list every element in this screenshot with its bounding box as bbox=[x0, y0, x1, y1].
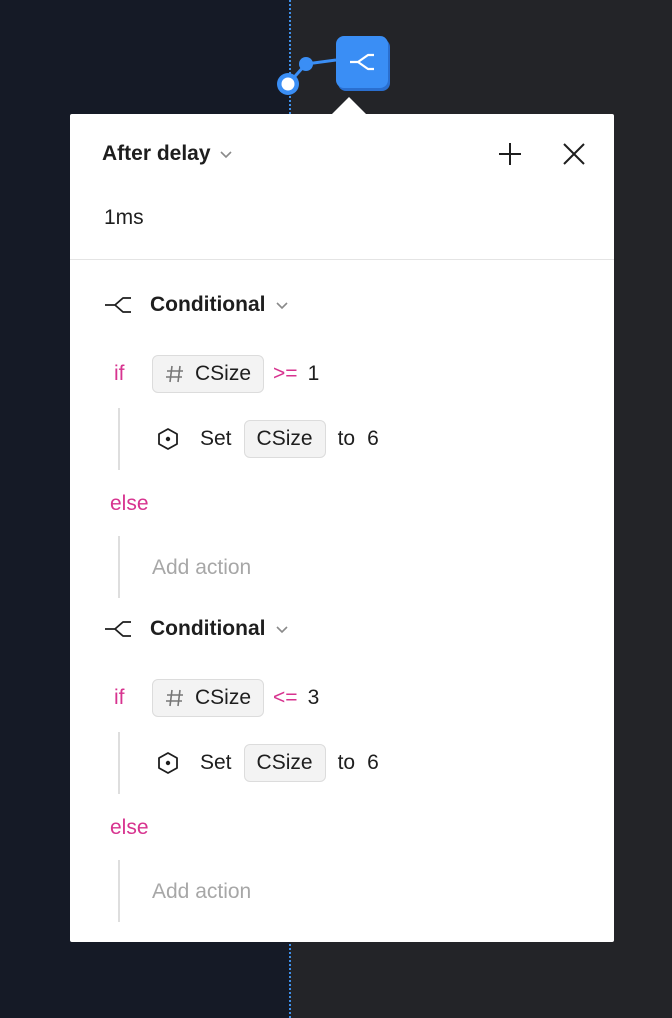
interaction-panel: After delay 1ms Conditional if CSize >= … bbox=[70, 114, 614, 942]
close-button[interactable] bbox=[560, 140, 588, 168]
add-action-placeholder[interactable]: Add action bbox=[152, 880, 251, 904]
condition-expression[interactable]: CSize >= 1 bbox=[152, 355, 319, 393]
variable-chip[interactable]: CSize bbox=[243, 744, 326, 782]
condition-value[interactable]: 1 bbox=[308, 362, 320, 386]
conditional-label: Conditional bbox=[150, 293, 266, 316]
branch-line bbox=[118, 732, 120, 794]
operator[interactable]: <= bbox=[273, 686, 298, 710]
plus-icon bbox=[499, 143, 521, 165]
condition-expression[interactable]: CSize <= 3 bbox=[152, 679, 319, 717]
else-keyword: else bbox=[110, 492, 149, 515]
branch-icon bbox=[105, 297, 131, 313]
hexagon-icon bbox=[158, 428, 178, 450]
else-keyword: else bbox=[110, 816, 149, 839]
set-value[interactable]: 6 bbox=[367, 427, 379, 451]
hash-icon bbox=[166, 365, 183, 383]
hexagon-icon bbox=[158, 752, 178, 774]
set-verb: Set bbox=[200, 427, 232, 450]
if-keyword: if bbox=[114, 686, 125, 709]
add-action-placeholder[interactable]: Add action bbox=[152, 556, 251, 580]
set-action[interactable]: Set CSize to 6 bbox=[156, 420, 379, 458]
set-verb: Set bbox=[200, 751, 232, 774]
operator[interactable]: >= bbox=[273, 362, 298, 386]
hash-icon bbox=[166, 689, 183, 707]
conditional-header[interactable]: Conditional bbox=[104, 293, 289, 317]
variable-chip[interactable]: CSize bbox=[243, 420, 326, 458]
to-word: to bbox=[337, 427, 356, 450]
conditional-header[interactable]: Conditional bbox=[104, 617, 289, 641]
variable-chip[interactable]: CSize bbox=[152, 355, 265, 393]
branch-line bbox=[118, 860, 120, 922]
set-action[interactable]: Set CSize to 6 bbox=[156, 744, 379, 782]
delay-input[interactable]: 1ms bbox=[104, 206, 144, 230]
to-word: to bbox=[337, 751, 356, 774]
trigger-dropdown[interactable]: After delay bbox=[102, 142, 233, 166]
set-value[interactable]: 6 bbox=[367, 751, 379, 775]
add-button[interactable] bbox=[496, 140, 524, 168]
branch-line bbox=[118, 536, 120, 598]
variable-name: CSize bbox=[195, 686, 252, 709]
close-icon bbox=[563, 143, 585, 165]
chevron-down-icon bbox=[276, 302, 289, 310]
branch-icon bbox=[105, 621, 131, 637]
if-keyword: if bbox=[114, 362, 125, 385]
condition-value[interactable]: 3 bbox=[308, 686, 320, 710]
branch-icon bbox=[350, 53, 374, 71]
variable-chip[interactable]: CSize bbox=[152, 679, 265, 717]
trigger-label: After delay bbox=[102, 142, 211, 165]
conditional-label: Conditional bbox=[150, 617, 266, 640]
conditional-node[interactable] bbox=[336, 36, 388, 88]
chevron-down-icon bbox=[276, 626, 289, 634]
panel-header: After delay 1ms bbox=[70, 114, 614, 260]
chevron-down-icon bbox=[219, 151, 232, 159]
variable-name: CSize bbox=[195, 362, 252, 385]
branch-line bbox=[118, 408, 120, 470]
